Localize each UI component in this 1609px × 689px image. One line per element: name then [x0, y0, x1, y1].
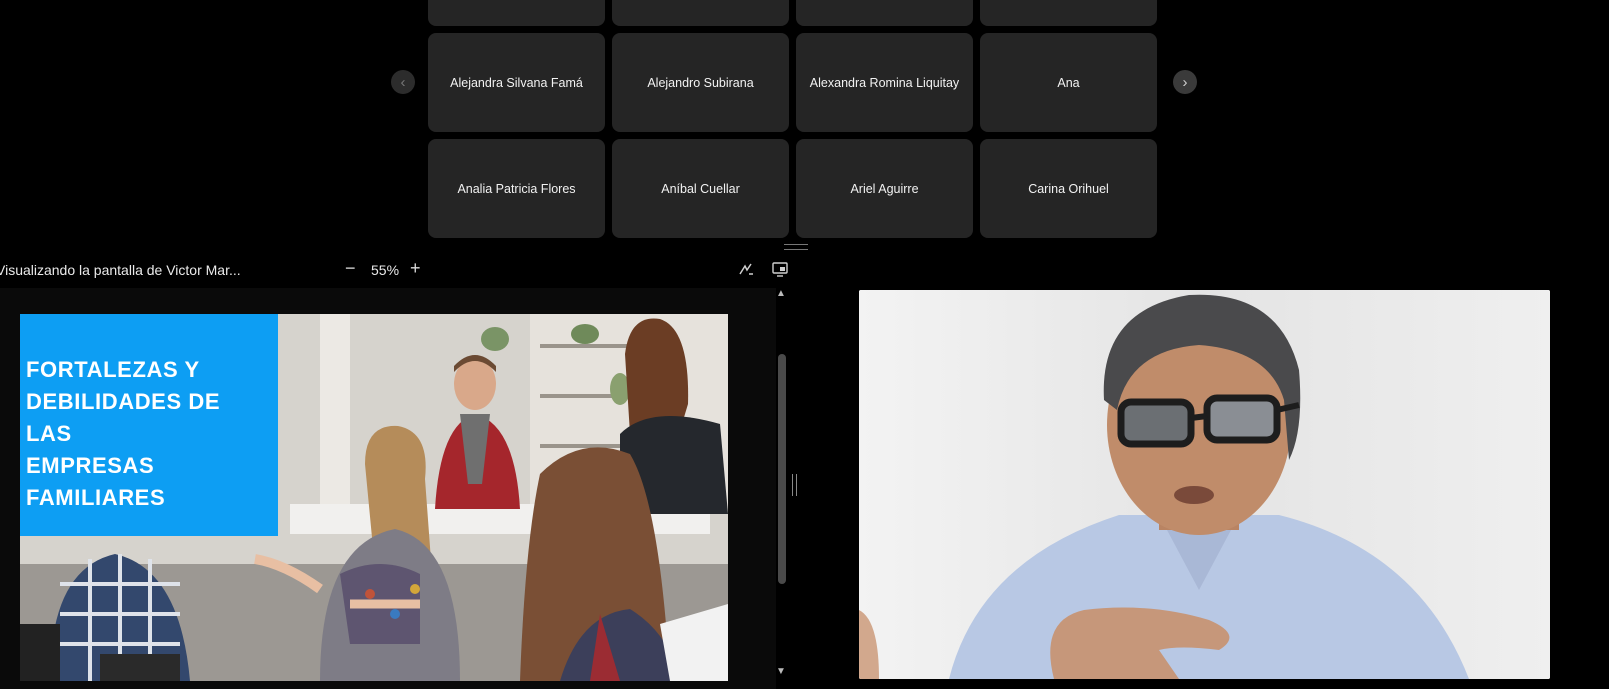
participant-tile[interactable]: Alexandra Romina Liquitay [796, 33, 973, 132]
chevron-left-icon: ‹ [400, 73, 406, 91]
slide-title-line: LAS [26, 421, 72, 446]
participant-name: Alexandra Romina Liquitay [809, 75, 960, 90]
zoom-out-button[interactable]: − [345, 258, 356, 279]
participant-name: Aníbal Cuellar [661, 181, 740, 196]
participant-tile[interactable]: Aníbal Cuellar [612, 139, 789, 238]
participant-tile[interactable]: Ariel Aguirre [796, 139, 973, 238]
presentation-slide: FORTALEZAS Y DEBILIDADES DE LAS EMPRESAS… [20, 314, 728, 681]
slide-title-box: FORTALEZAS Y DEBILIDADES DE LAS EMPRESAS… [20, 314, 278, 536]
chevron-right-icon: › [1182, 73, 1188, 91]
participant-name: Carina Orihuel [1028, 181, 1109, 196]
slide-title-line: DEBILIDADES DE [26, 389, 221, 414]
participant-gallery: Alejandra Silvana Famá Alejandro Subiran… [428, 0, 1165, 240]
participant-tile[interactable]: Carina Orihuel [980, 139, 1157, 238]
annotate-icon[interactable] [737, 260, 755, 278]
participant-tile-partial[interactable] [796, 0, 973, 26]
previous-page-button[interactable]: ‹ [391, 70, 415, 94]
participant-name: Ana [1057, 75, 1080, 90]
slide-title-line: FORTALEZAS Y [26, 357, 200, 382]
share-toolbar: Visualizando la pantalla de Victor Mar..… [0, 258, 790, 282]
zoom-in-button[interactable]: + [410, 258, 421, 279]
meeting-window: ‹ Alejandra Silvana Famá Alejandro Subir… [0, 0, 1609, 689]
speaker-video-frame [859, 290, 1550, 679]
scroll-thumb[interactable] [778, 354, 786, 584]
participant-tile-partial[interactable] [980, 0, 1157, 26]
next-page-button[interactable]: › [1173, 70, 1197, 94]
view-options-icon[interactable] [771, 260, 789, 278]
scroll-down-icon[interactable]: ▼ [776, 666, 786, 677]
resize-handle-vertical[interactable] [792, 474, 797, 496]
participant-name: Ariel Aguirre [850, 181, 919, 196]
participant-tile-partial[interactable] [428, 0, 605, 26]
slide-title-line: EMPRESAS [26, 453, 155, 478]
participant-tile-partial[interactable] [612, 0, 789, 26]
zoom-level: 55% [371, 262, 400, 278]
participant-tile[interactable]: Analia Patricia Flores [428, 139, 605, 238]
speaker-video[interactable] [859, 290, 1550, 679]
participant-name: Alejandra Silvana Famá [450, 75, 583, 90]
resize-handle-horizontal[interactable] [784, 244, 808, 250]
scroll-up-icon[interactable]: ▲ [776, 288, 786, 299]
shared-screen[interactable]: FORTALEZAS Y DEBILIDADES DE LAS EMPRESAS… [0, 288, 776, 689]
participant-name: Analia Patricia Flores [457, 181, 576, 196]
share-title: Visualizando la pantalla de Victor Mar..… [0, 262, 241, 278]
slide-title-line: FAMILIARES [26, 485, 166, 510]
vertical-scrollbar[interactable]: ▲ ▼ [775, 288, 789, 680]
participant-tile[interactable]: Ana [980, 33, 1157, 132]
participant-tile[interactable]: Alejandra Silvana Famá [428, 33, 605, 132]
participant-name: Alejandro Subirana [647, 75, 754, 90]
participant-tile[interactable]: Alejandro Subirana [612, 33, 789, 132]
